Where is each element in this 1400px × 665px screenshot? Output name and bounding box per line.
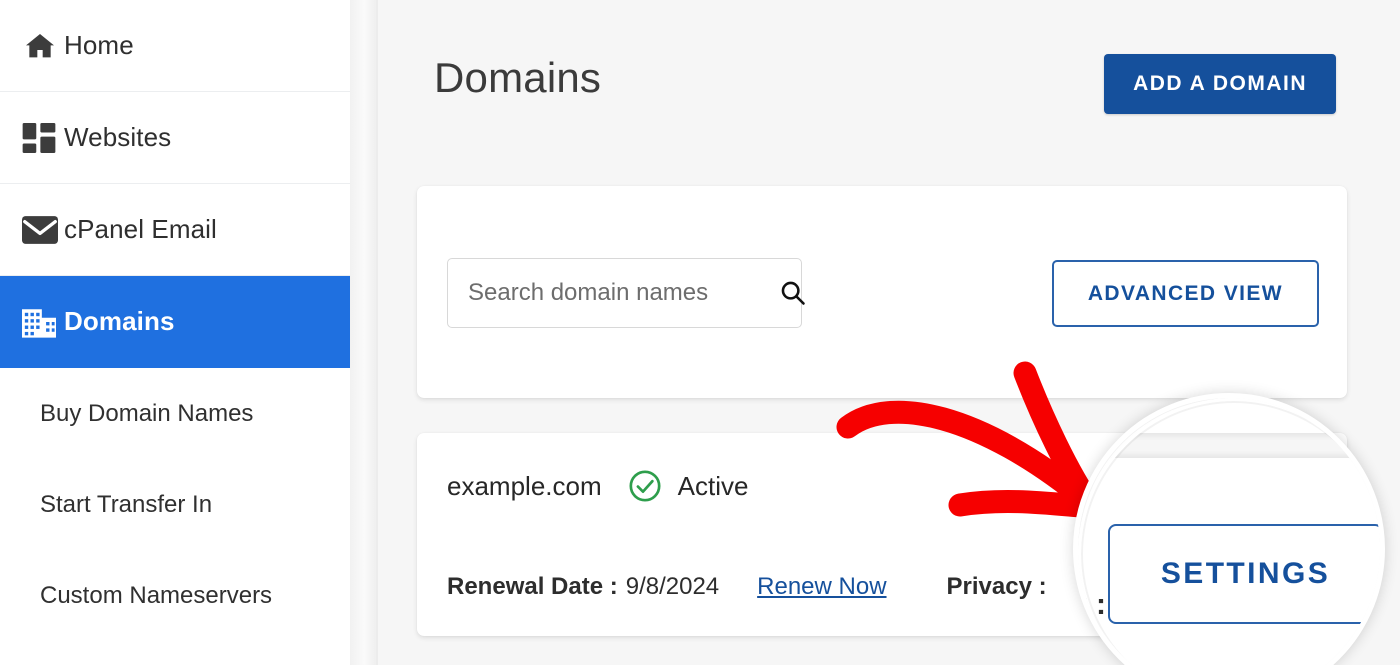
search-domain-names-box[interactable] bbox=[447, 258, 805, 328]
building-icon bbox=[22, 306, 64, 338]
sidebar-item-cpanel-email[interactable]: cPanel Email bbox=[0, 184, 350, 276]
magnified-card-above bbox=[1078, 398, 1380, 433]
sidebar-subitem-label: Buy Domain Names bbox=[40, 399, 254, 427]
status-label: Active bbox=[677, 470, 749, 501]
sidebar-item-home[interactable]: Home bbox=[0, 0, 350, 92]
domain-name: example.com bbox=[447, 470, 602, 501]
magnifier-content: y : SETTINGS bbox=[1078, 398, 1380, 665]
page-title: Domains bbox=[434, 54, 602, 101]
privacy-label: Privacy : bbox=[946, 573, 1047, 600]
add-a-domain-button[interactable]: ADD A DOMAIN bbox=[1104, 54, 1336, 114]
sidebar-item-label: Domains bbox=[64, 306, 175, 336]
home-icon bbox=[22, 30, 64, 62]
envelope-icon bbox=[22, 215, 64, 244]
sidebar-subitem-start-transfer-in[interactable]: Start Transfer In bbox=[0, 459, 350, 550]
check-circle-icon bbox=[628, 469, 662, 503]
status-badge: Active bbox=[628, 469, 749, 503]
search-card: ADVANCED VIEW bbox=[417, 186, 1347, 398]
sidebar-item-domains[interactable]: Domains bbox=[0, 276, 350, 368]
domain-meta-row: Renewal Date : 9/8/2024 Renew Now Privac… bbox=[447, 573, 1047, 601]
sidebar-subitem-buy-domain-names[interactable]: Buy Domain Names bbox=[0, 368, 350, 459]
sidebar: Home Websites cPanel Email Domains Buy D… bbox=[0, 0, 350, 665]
renewal-date-value: 9/8/2024 bbox=[625, 573, 720, 600]
sidebar-subitem-label: Start Transfer In bbox=[40, 490, 213, 518]
grid-icon bbox=[22, 122, 64, 153]
magnified-privacy-label: y : bbox=[1078, 588, 1107, 621]
sidebar-item-label: Websites bbox=[64, 122, 172, 152]
magnified-settings-button[interactable]: SETTINGS bbox=[1108, 524, 1380, 624]
sidebar-item-label: Home bbox=[64, 30, 134, 60]
sidebar-item-label: cPanel Email bbox=[64, 214, 217, 244]
sidebar-item-websites[interactable]: Websites bbox=[0, 92, 350, 184]
advanced-view-button[interactable]: ADVANCED VIEW bbox=[1051, 260, 1319, 327]
search-input[interactable] bbox=[468, 279, 778, 307]
renew-now-link[interactable]: Renew Now bbox=[757, 573, 886, 601]
sidebar-subitem-label: Custom Nameservers bbox=[40, 581, 273, 609]
search-icon[interactable] bbox=[778, 278, 808, 308]
app-root: Home Websites cPanel Email Domains Buy D… bbox=[0, 0, 1400, 665]
sidebar-scrollbar[interactable] bbox=[350, 0, 376, 665]
sidebar-subitem-custom-nameservers[interactable]: Custom Nameservers bbox=[0, 550, 350, 641]
renewal-date-label: Renewal Date : bbox=[447, 573, 618, 600]
domain-summary-row: example.com Active bbox=[447, 469, 748, 503]
